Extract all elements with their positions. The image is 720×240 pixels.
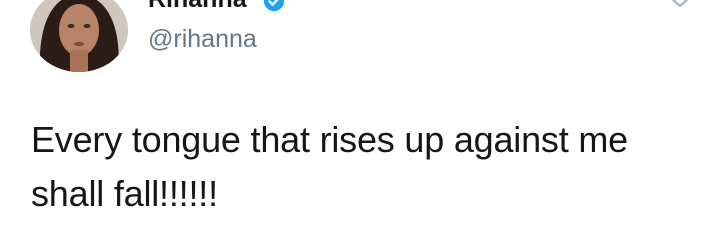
- user-handle[interactable]: @rihanna: [148, 24, 257, 54]
- avatar[interactable]: [30, 0, 128, 72]
- verified-badge-icon: [263, 0, 285, 12]
- tweet-text-line-1: Every tongue that rises up against me: [31, 119, 628, 160]
- avatar-image: [30, 0, 128, 72]
- tweet-card: Rihanna @rihanna Every tongue that rises…: [0, 0, 720, 240]
- chevron-down-icon[interactable]: [666, 0, 694, 12]
- display-name[interactable]: Rihanna: [148, 0, 247, 14]
- tweet-text: Every tongue that rises up against me sh…: [31, 113, 701, 221]
- tweet-text-line-2: shall fall!!!!!!: [31, 173, 218, 214]
